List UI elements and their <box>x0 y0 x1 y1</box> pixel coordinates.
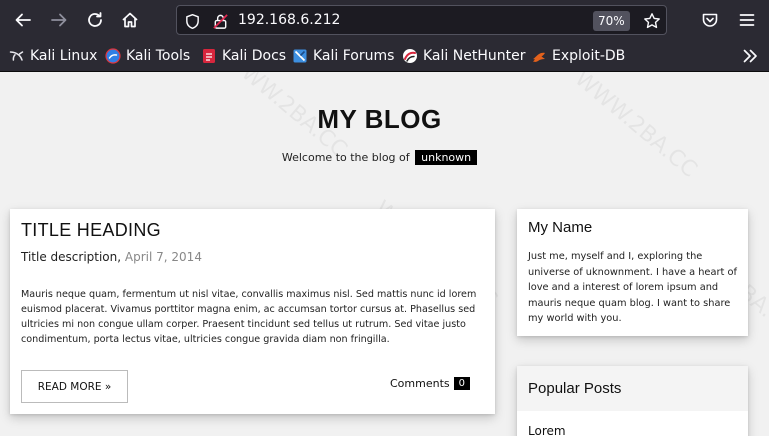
post-subtitle: Title description, April 7, 2014 <box>21 250 202 264</box>
insecure-lock-icon[interactable] <box>211 12 229 30</box>
comments-link[interactable]: Comments 0 <box>390 377 470 390</box>
bookmark-exploit-db[interactable]: Exploit-DB <box>531 47 625 65</box>
post-title: TITLE HEADING <box>21 220 161 240</box>
post-date: April 7, 2014 <box>124 250 202 264</box>
pocket-icon <box>702 13 718 27</box>
home-icon <box>122 12 138 28</box>
star-icon[interactable] <box>643 12 661 30</box>
exploit-db-icon <box>531 48 547 64</box>
back-button[interactable] <box>9 6 37 34</box>
web-page: WWW.2BA.CC WWW.2BA.CC WWW.2BA.CC WWW.2BA… <box>0 72 769 436</box>
address-bar[interactable]: 192.168.6.212 70% <box>176 5 667 35</box>
bookmark-label: Kali Tools <box>126 48 191 64</box>
shield-icon[interactable] <box>183 12 201 30</box>
menu-button[interactable] <box>733 6 761 34</box>
bookmark-kali-linux[interactable]: Kali Linux <box>9 47 97 65</box>
bookmark-label: Kali Linux <box>30 48 98 64</box>
zoom-level-badge[interactable]: 70% <box>593 11 630 31</box>
blog-post-card: TITLE HEADING Title description, April 7… <box>10 209 495 414</box>
bookmark-label: Kali Docs <box>222 48 287 64</box>
forward-button[interactable] <box>45 6 73 34</box>
more-bookmarks-button[interactable] <box>740 47 760 65</box>
comments-label: Comments <box>390 377 450 390</box>
bookmarks-toolbar: Kali Linux Kali Tools Kali Docs Kali For… <box>0 40 769 72</box>
site-title: MY BLOG <box>317 104 442 134</box>
browser-toolbar: 192.168.6.212 70% <box>0 0 769 40</box>
about-card: My Name Just me, myself and I, exploring… <box>517 209 748 336</box>
about-title: My Name <box>528 219 593 236</box>
read-more-button[interactable]: READ MORE » <box>21 370 128 403</box>
comments-count-badge: 0 <box>453 377 470 390</box>
bookmark-kali-tools[interactable]: Kali Tools <box>105 47 190 65</box>
home-button[interactable] <box>116 6 144 34</box>
welcome-line: Welcome to the blog of unknown <box>0 150 759 165</box>
bookmark-kali-nethunter[interactable]: Kali NetHunter <box>402 47 525 65</box>
url-text[interactable]: 192.168.6.212 <box>238 12 340 28</box>
kali-nethunter-icon <box>402 48 418 64</box>
kali-dragon-icon <box>9 48 25 64</box>
bookmark-kali-docs[interactable]: Kali Docs <box>201 47 286 65</box>
popular-post-item[interactable]: Lorem <box>528 424 566 436</box>
chevron-double-right-icon <box>743 49 757 63</box>
pocket-button[interactable] <box>696 6 724 34</box>
hamburger-menu-icon <box>739 14 755 26</box>
welcome-text: Welcome to the blog of <box>281 151 410 164</box>
post-body: Mauris neque quam, fermentum ut nisl vit… <box>21 289 477 345</box>
popular-posts-header: Popular Posts <box>517 366 748 411</box>
bookmark-label: Exploit-DB <box>552 48 626 64</box>
kali-tools-icon <box>105 48 121 64</box>
arrow-left-icon <box>15 13 31 27</box>
popular-posts-title: Popular Posts <box>528 380 622 397</box>
bookmark-label: Kali NetHunter <box>423 48 526 64</box>
bookmark-label: Kali Forums <box>313 48 395 64</box>
reload-icon <box>88 12 102 27</box>
username-badge: unknown <box>415 150 478 165</box>
arrow-right-icon <box>51 13 67 27</box>
bookmark-kali-forums[interactable]: Kali Forums <box>292 47 394 65</box>
popular-posts-card: Popular Posts Lorem <box>517 366 748 436</box>
post-description: Title description, <box>21 250 122 264</box>
reload-button[interactable] <box>81 6 109 34</box>
about-body: Just me, myself and I, exploring the uni… <box>528 251 737 324</box>
kali-forums-icon <box>292 48 308 64</box>
kali-docs-icon <box>201 48 217 64</box>
